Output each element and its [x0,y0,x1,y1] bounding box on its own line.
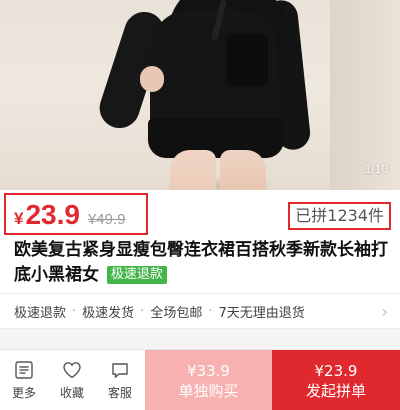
model-leg [170,150,216,190]
menu-list-icon [15,361,33,379]
favorite-button[interactable]: 收藏 [48,350,96,410]
model-skirt [148,118,284,158]
service-item: 极速退款 [14,305,67,321]
heart-icon [63,362,81,379]
chat-icon [112,363,128,379]
more-label: 更多 [11,386,36,400]
buy-alone-price: ¥33.9 [187,361,230,380]
model-hand [140,66,164,92]
customer-service-label: 客服 [107,386,132,400]
price-original: ¥49.9 [87,211,126,228]
start-group-buy-button[interactable]: ¥23.9 发起拼单 [272,350,400,410]
product-image[interactable]: 1/10 [0,0,400,190]
service-item: 极速发货 [82,305,135,321]
price-currency: ¥ [14,209,24,228]
bottom-action-bar: 更多 收藏 客服 ¥33.9 单独购买 ¥23.9 发起拼单 [0,349,400,410]
separator-dot: · [208,303,213,319]
customer-service-button[interactable]: 客服 [96,350,144,410]
group-buy-price: ¥23.9 [314,361,358,380]
service-item: 全场包邮 [150,305,203,321]
more-button[interactable]: 更多 [0,350,48,410]
chevron-right-icon[interactable]: › [382,302,388,321]
service-item: 7天无理由退货 [218,305,305,321]
fast-refund-badge: 极速退款 [106,266,167,284]
image-counter: 1/10 [364,162,388,176]
section-gap [0,329,400,349]
separator-dot: · [140,303,145,319]
buy-alone-button[interactable]: ¥33.9 单独购买 [145,350,272,410]
product-title-text: 欧美复古紧身显瘦包臀连衣裙百搭秋季新款长袖打底小黑裙女 [14,240,388,285]
sold-count: 已拼1234件 [288,202,391,230]
service-row[interactable]: 极速退款 · 极速发货 · 全场包邮 · 7天无理由退货 › [0,293,400,329]
product-title: 欧美复古紧身显瘦包臀连衣裙百搭秋季新款长袖打底小黑裙女 极速退款 [14,238,394,288]
group-buy-label: 发起拼单 [305,381,366,400]
buy-alone-label: 单独购买 [178,381,239,400]
favorite-label: 收藏 [59,386,84,400]
separator-dot: · [72,303,77,319]
model-bag [226,34,268,86]
price-current: 23.9 [25,199,80,230]
price-box: ¥ 23.9 ¥49.9 [4,193,148,235]
model-leg [220,150,266,190]
